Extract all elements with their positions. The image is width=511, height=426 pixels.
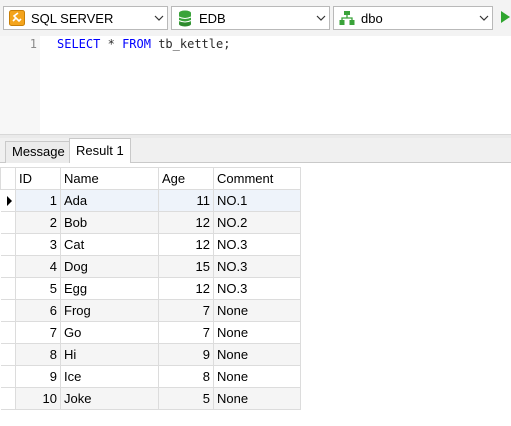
toolbar: SQL SERVER EDB dbo xyxy=(0,0,511,36)
row-indicator[interactable] xyxy=(0,299,16,322)
cell-age[interactable]: 5 xyxy=(158,387,214,410)
cell-age[interactable]: 7 xyxy=(158,321,214,344)
row-indicator[interactable] xyxy=(0,387,16,410)
column-header-id[interactable]: ID xyxy=(15,167,61,190)
schema-icon xyxy=(338,9,356,27)
connection-label: SQL SERVER xyxy=(31,10,114,26)
chevron-down-icon[interactable] xyxy=(475,7,492,29)
cell-name[interactable]: Ice xyxy=(60,365,159,388)
table-row[interactable]: 8 Hi 9 None xyxy=(0,343,301,366)
cell-age[interactable]: 12 xyxy=(158,211,214,234)
keyword-select: SELECT xyxy=(57,37,101,51)
cell-comment[interactable]: NO.3 xyxy=(213,255,301,278)
cell-name[interactable]: Cat xyxy=(60,233,159,256)
row-indicator[interactable] xyxy=(0,233,16,256)
schema-select[interactable]: dbo xyxy=(333,6,493,30)
cell-name[interactable]: Egg xyxy=(60,277,159,300)
cell-name[interactable]: Bob xyxy=(60,211,159,234)
row-indicator[interactable] xyxy=(0,343,16,366)
table-row[interactable]: 1 Ada 11 NO.1 xyxy=(0,189,301,212)
header-row: ID Name Age Comment xyxy=(0,167,301,190)
cell-id[interactable]: 1 xyxy=(15,189,61,212)
star-token: * xyxy=(107,37,115,51)
row-indicator[interactable] xyxy=(0,211,16,234)
result-table: ID Name Age Comment 1 Ada 11 NO.1 2 Bob 12 NO.2… xyxy=(0,167,301,410)
cell-id[interactable]: 8 xyxy=(15,343,61,366)
cell-id[interactable]: 5 xyxy=(15,277,61,300)
cell-comment[interactable]: NO.2 xyxy=(213,211,301,234)
cell-age[interactable]: 12 xyxy=(158,277,214,300)
row-indicator[interactable] xyxy=(0,321,16,344)
cell-age[interactable]: 15 xyxy=(158,255,214,278)
row-indicator[interactable] xyxy=(0,255,16,278)
row-indicator[interactable] xyxy=(0,277,16,300)
run-icon xyxy=(500,10,511,27)
cell-name[interactable]: Go xyxy=(60,321,159,344)
cell-name[interactable]: Ada xyxy=(60,189,159,212)
table-row[interactable]: 10 Joke 5 None xyxy=(0,387,301,410)
column-header-comment[interactable]: Comment xyxy=(213,167,301,190)
chevron-down-icon[interactable] xyxy=(312,7,329,29)
cell-id[interactable]: 4 xyxy=(15,255,61,278)
cell-comment[interactable]: None xyxy=(213,365,301,388)
run-button[interactable] xyxy=(500,8,511,28)
table-row[interactable]: 9 Ice 8 None xyxy=(0,365,301,388)
cell-age[interactable]: 7 xyxy=(158,299,214,322)
table-row[interactable]: 6 Frog 7 None xyxy=(0,299,301,322)
cell-comment[interactable]: NO.1 xyxy=(213,189,301,212)
grid-body: 1 Ada 11 NO.1 2 Bob 12 NO.2 3 Cat 12 NO.3 4 Dog 15 NO.3… xyxy=(0,189,301,410)
column-header-name[interactable]: Name xyxy=(60,167,159,190)
cell-name[interactable]: Dog xyxy=(60,255,159,278)
cell-comment[interactable]: NO.3 xyxy=(213,277,301,300)
cell-age[interactable]: 9 xyxy=(158,343,214,366)
result-grid: ID Name Age Comment 1 Ada 11 NO.1 2 Bob 12 NO.2… xyxy=(0,163,511,426)
cell-age[interactable]: 11 xyxy=(158,189,214,212)
table-name-token: tb_kettle; xyxy=(158,37,231,51)
table-row[interactable]: 5 Egg 12 NO.3 xyxy=(0,277,301,300)
cell-comment[interactable]: None xyxy=(213,387,301,410)
connection-icon xyxy=(8,9,26,27)
cell-name[interactable]: Hi xyxy=(60,343,159,366)
cell-name[interactable]: Frog xyxy=(60,299,159,322)
tab-message[interactable]: Message xyxy=(5,141,72,163)
cell-id[interactable]: 10 xyxy=(15,387,61,410)
cell-comment[interactable]: NO.3 xyxy=(213,233,301,256)
row-indicator[interactable] xyxy=(0,365,16,388)
row-indicator-header xyxy=(0,167,16,190)
database-icon xyxy=(176,9,194,27)
cell-name[interactable]: Joke xyxy=(60,387,159,410)
cell-age[interactable]: 12 xyxy=(158,233,214,256)
tab-result-1[interactable]: Result 1 xyxy=(69,138,131,164)
connection-select[interactable]: SQL SERVER xyxy=(3,6,168,30)
table-row[interactable]: 7 Go 7 None xyxy=(0,321,301,344)
schema-label: dbo xyxy=(361,10,383,26)
current-row-icon xyxy=(6,195,12,206)
database-select[interactable]: EDB xyxy=(171,6,330,30)
cell-comment[interactable]: None xyxy=(213,299,301,322)
code-line[interactable]: SELECT * FROM tb_kettle; xyxy=(57,36,230,52)
cell-id[interactable]: 9 xyxy=(15,365,61,388)
sql-editor[interactable]: 1 SELECT * FROM tb_kettle; xyxy=(0,36,511,134)
cell-id[interactable]: 6 xyxy=(15,299,61,322)
cell-id[interactable]: 7 xyxy=(15,321,61,344)
keyword-from: FROM xyxy=(122,37,151,51)
result-tabbar: Message Result 1 xyxy=(0,138,511,164)
cell-age[interactable]: 8 xyxy=(158,365,214,388)
cell-id[interactable]: 2 xyxy=(15,211,61,234)
cell-comment[interactable]: None xyxy=(213,343,301,366)
row-indicator[interactable] xyxy=(0,189,16,212)
table-row[interactable]: 3 Cat 12 NO.3 xyxy=(0,233,301,256)
column-header-age[interactable]: Age xyxy=(158,167,214,190)
chevron-down-icon[interactable] xyxy=(150,7,167,29)
line-number: 1 xyxy=(29,37,37,51)
cell-id[interactable]: 3 xyxy=(15,233,61,256)
table-row[interactable]: 4 Dog 15 NO.3 xyxy=(0,255,301,278)
table-row[interactable]: 2 Bob 12 NO.2 xyxy=(0,211,301,234)
database-label: EDB xyxy=(199,10,226,26)
editor-gutter: 1 xyxy=(0,36,40,134)
cell-comment[interactable]: None xyxy=(213,321,301,344)
